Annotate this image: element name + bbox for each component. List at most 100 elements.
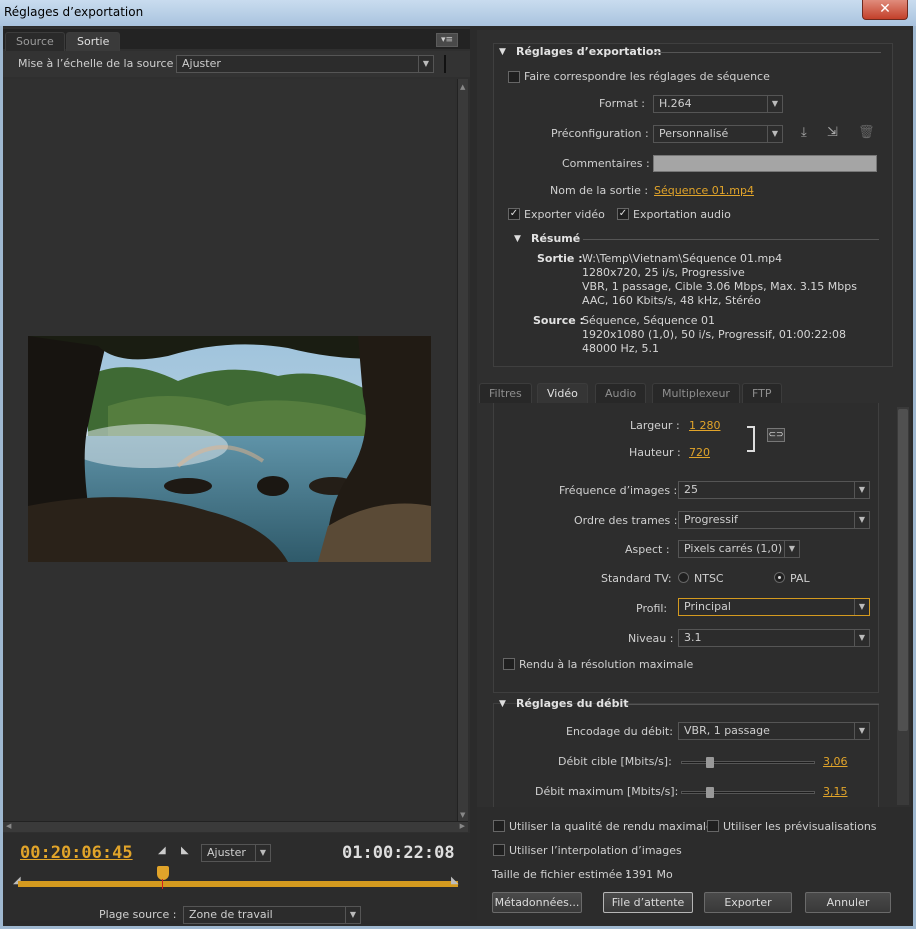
playhead-line (162, 879, 163, 889)
preview-tabbar: Source Sortie ▾≡ (3, 29, 470, 51)
match-sequence-checkbox[interactable] (508, 71, 520, 83)
pal-label: PAL (790, 572, 810, 585)
chevron-down-icon: ▼ (418, 56, 433, 72)
aspect-dropdown[interactable]: Pixels carrés (1,0) ▼ (678, 540, 800, 558)
playhead-icon[interactable] (157, 866, 169, 880)
tab-audio[interactable]: Audio (595, 383, 647, 403)
summary-source-label: Source : (533, 314, 584, 327)
format-label: Format : (599, 97, 645, 110)
pal-radio[interactable] (774, 572, 785, 583)
scroll-left-icon[interactable]: ◀ (6, 822, 11, 830)
export-button[interactable]: Exporter (704, 892, 792, 913)
format-value: H.264 (659, 97, 692, 110)
export-audio-label: Exportation audio (633, 208, 731, 221)
summary-output-line: 1280x720, 25 i/s, Progressive (582, 266, 745, 279)
tab-video[interactable]: Vidéo (537, 383, 588, 403)
summary-output-line: AAC, 160 Kbits/s, 48 kHz, Stéréo (582, 294, 761, 307)
preview-vertical-scrollbar[interactable]: ▲ ▼ (457, 79, 468, 821)
export-settings-title: Réglages d’exportation (516, 45, 662, 58)
queue-button[interactable]: File d’attente (603, 892, 693, 913)
save-preset-icon[interactable]: ⤓ (801, 125, 807, 140)
scrollbar-thumb[interactable] (898, 409, 908, 731)
divider (583, 239, 879, 240)
export-audio-checkbox[interactable]: ✓ (617, 208, 629, 220)
scroll-down-icon[interactable]: ▼ (460, 811, 465, 819)
target-bitrate-label: Débit cible [Mbits/s]: (558, 755, 672, 768)
scroll-up-icon[interactable]: ▲ (460, 83, 465, 91)
chevron-down-icon: ▼ (854, 630, 869, 646)
source-range-track[interactable] (18, 881, 458, 887)
width-value[interactable]: 1 280 (689, 419, 721, 432)
tab-ftp[interactable]: FTP (742, 383, 782, 403)
collapse-triangle-icon[interactable]: ▼ (499, 47, 506, 57)
set-out-point-icon[interactable]: ◣ (181, 845, 189, 856)
source-scale-label: Mise à l’échelle de la source : (18, 57, 181, 70)
max-bitrate-value[interactable]: 3,15 (823, 785, 848, 798)
level-dropdown[interactable]: 3.1 ▼ (678, 629, 870, 647)
import-preset-icon[interactable]: ⇲ (827, 125, 838, 140)
source-range-label: Plage source : (99, 908, 177, 921)
chevron-down-icon: ▼ (255, 845, 270, 861)
timecode-out: 01:00:22:08 (342, 843, 455, 863)
metadata-button[interactable]: Métadonnées... (492, 892, 582, 913)
collapse-triangle-icon[interactable]: ▼ (514, 234, 521, 244)
close-icon[interactable]: ✕ (862, 0, 908, 20)
link-icon[interactable]: ⊂⊃ (767, 428, 785, 442)
use-previews-checkbox[interactable] (707, 820, 719, 832)
export-video-label: Exporter vidéo (524, 208, 605, 221)
out-point-marker-icon[interactable]: ◣ (451, 875, 459, 886)
max-bitrate-label: Débit maximum [Mbits/s]: (535, 785, 679, 798)
encoding-dropdown[interactable]: VBR, 1 passage ▼ (678, 722, 870, 740)
collapse-triangle-icon[interactable]: ▼ (499, 699, 506, 709)
video-preview-frame (28, 336, 431, 562)
target-bitrate-value[interactable]: 3,06 (823, 755, 848, 768)
cancel-button[interactable]: Annuler (805, 892, 891, 913)
framerate-dropdown[interactable]: 25 ▼ (678, 481, 870, 499)
summary-source-details: Séquence, Séquence 01 1920x1080 (1,0), 5… (582, 314, 846, 356)
summary-output-details: W:\Temp\Vietnam\Séquence 01.mp4 1280x720… (582, 252, 857, 308)
settings-vertical-scrollbar[interactable] (897, 407, 909, 805)
output-name-link[interactable]: Séquence 01.mp4 (654, 184, 754, 197)
field-order-value: Progressif (684, 513, 738, 526)
preset-dropdown[interactable]: Personnalisé ▼ (653, 125, 783, 143)
panel-menu-icon[interactable]: ▾≡ (436, 33, 458, 47)
encoding-label: Encodage du débit: (566, 725, 673, 738)
height-value[interactable]: 720 (689, 446, 710, 459)
timecode-in[interactable]: 00:20:06:45 (20, 843, 133, 863)
scroll-right-icon[interactable]: ▶ (460, 822, 465, 830)
set-in-point-icon[interactable]: ◢ (158, 845, 166, 856)
comments-input[interactable] (653, 155, 877, 172)
target-bitrate-slider[interactable] (681, 761, 815, 764)
aspect-label: Aspect : (625, 543, 670, 556)
preset-label: Préconfiguration : (551, 127, 649, 140)
preview-horizontal-scrollbar[interactable]: ◀ ▶ (3, 821, 468, 832)
max-bitrate-slider-handle[interactable] (706, 787, 715, 798)
field-order-dropdown[interactable]: Progressif ▼ (678, 511, 870, 529)
level-value: 3.1 (684, 631, 702, 644)
level-label: Niveau : (628, 632, 674, 645)
format-dropdown[interactable]: H.264 ▼ (653, 95, 783, 113)
tab-source[interactable]: Source (5, 32, 65, 51)
source-scale-dropdown[interactable]: Ajuster ▼ (176, 55, 434, 73)
profile-dropdown[interactable]: Principal ▼ (678, 598, 870, 616)
width-label: Largeur : (630, 419, 680, 432)
ntsc-radio[interactable] (678, 572, 689, 583)
zoom-dropdown[interactable]: Ajuster ▼ (201, 844, 271, 862)
frame-blending-checkbox[interactable] (493, 844, 505, 856)
tab-output[interactable]: Sortie (66, 32, 121, 51)
target-bitrate-slider-handle[interactable] (706, 757, 715, 768)
max-quality-label: Utiliser la qualité de rendu maximale (509, 820, 713, 833)
chevron-down-icon: ▼ (854, 723, 869, 739)
summary-source-line: Séquence, Séquence 01 (582, 314, 716, 327)
max-render-checkbox[interactable] (503, 658, 515, 670)
delete-preset-icon[interactable]: 🗑 (858, 125, 875, 140)
chevron-down-icon: ▼ (767, 96, 782, 112)
frame-blending-label: Utiliser l’interpolation d’images (509, 844, 682, 857)
max-quality-checkbox[interactable] (493, 820, 505, 832)
source-range-dropdown[interactable]: Zone de travail ▼ (183, 906, 361, 924)
export-video-checkbox[interactable]: ✓ (508, 208, 520, 220)
tab-multiplexer[interactable]: Multiplexeur (652, 383, 740, 403)
max-bitrate-slider[interactable] (681, 791, 815, 794)
landscape-image (28, 336, 431, 562)
tab-filters[interactable]: Filtres (479, 383, 532, 403)
